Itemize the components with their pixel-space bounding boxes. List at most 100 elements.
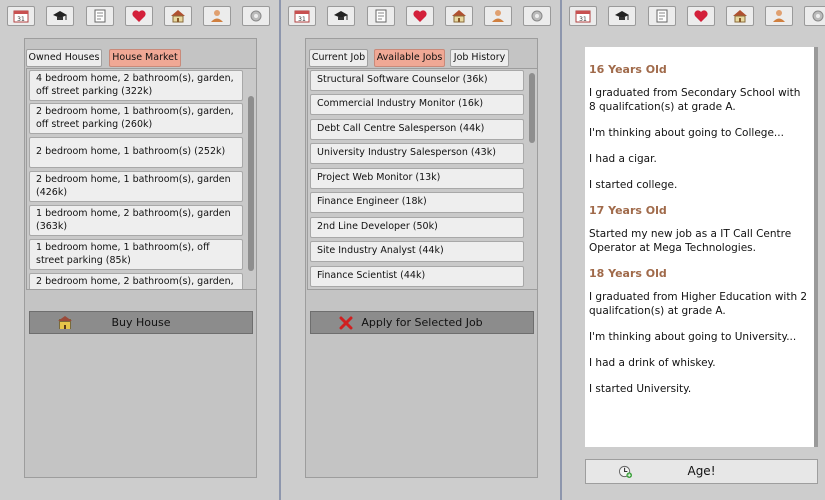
document-icon	[92, 9, 108, 23]
house-icon	[451, 9, 467, 23]
list-item[interactable]: 1 bedroom home, 1 bathroom(s), off stree…	[29, 239, 243, 270]
calendar-icon: 31	[13, 9, 29, 23]
svg-text:31: 31	[17, 16, 25, 23]
list-item[interactable]: Project Web Monitor (13k)	[310, 168, 524, 189]
house-icon	[732, 9, 748, 23]
story-entry: I'm thinking about going to University..…	[589, 331, 797, 343]
toolbar-document-button[interactable]	[86, 6, 114, 26]
toolbar-house-button[interactable]	[726, 6, 754, 26]
age-heading: 18 Years Old	[589, 267, 667, 280]
toolbar-gear-button[interactable]	[242, 6, 270, 26]
toolbar-house-button[interactable]	[445, 6, 473, 26]
calendar-icon: 31	[575, 9, 591, 23]
apply-job-button[interactable]: Apply for Selected Job	[310, 311, 534, 334]
gear-icon	[810, 9, 825, 23]
toolbar: 31	[0, 6, 279, 28]
list-item[interactable]: 2 bedroom home, 2 bathroom(s), garden, o…	[29, 273, 243, 289]
list-item[interactable]: Debt Call Centre Salesperson (44k)	[310, 119, 524, 140]
person-icon	[209, 9, 225, 23]
age-button[interactable]: Age!	[585, 459, 818, 484]
person-icon	[771, 9, 787, 23]
list-item[interactable]: 2 bedroom home, 1 bathroom(s), garden (4…	[29, 171, 243, 202]
heart-icon	[412, 9, 428, 23]
svg-text:31: 31	[579, 16, 587, 23]
tab-available-jobs[interactable]: Available Jobs	[374, 49, 445, 67]
list-item[interactable]: Commercial Industry Monitor (16k)	[310, 94, 524, 115]
toolbar-calendar-button[interactable]: 31	[288, 6, 316, 26]
list-item[interactable]: Structural Software Counselor (36k)	[310, 70, 524, 91]
gear-icon	[248, 9, 264, 23]
list-item[interactable]: Finance Scientist (44k)	[310, 266, 524, 287]
heart-icon	[693, 9, 709, 23]
toolbar-gear-button[interactable]	[523, 6, 551, 26]
house-icon	[170, 9, 186, 23]
age-button-label: Age!	[687, 464, 716, 478]
toolbar: 31	[281, 6, 560, 28]
toolbar-heart-button[interactable]	[406, 6, 434, 26]
toolbar-document-button[interactable]	[648, 6, 676, 26]
document-icon	[654, 9, 670, 23]
housing-container: Owned Houses House Market 4 bedroom home…	[24, 38, 257, 478]
toolbar-graduation-cap-button[interactable]	[327, 6, 355, 26]
story-entry: I started University.	[589, 383, 692, 395]
story-entry: I started college.	[589, 179, 678, 191]
buy-house-button[interactable]: Buy House	[29, 311, 253, 334]
life-story-panel: 31 16 Years Old I graduated from Secondar…	[562, 0, 825, 500]
toolbar-person-button[interactable]	[203, 6, 231, 26]
tab-current-job[interactable]: Current Job	[309, 49, 368, 67]
toolbar-person-button[interactable]	[484, 6, 512, 26]
story-entry: I had a drink of whiskey.	[589, 357, 716, 369]
graduation-cap-icon	[614, 9, 630, 23]
toolbar-heart-button[interactable]	[687, 6, 715, 26]
heart-icon	[131, 9, 147, 23]
house-market-list[interactable]: 4 bedroom home, 2 bathroom(s), garden, o…	[26, 68, 257, 290]
svg-text:31: 31	[298, 16, 306, 23]
list-item[interactable]: 4 bedroom home, 2 bathroom(s), garden, o…	[29, 70, 243, 101]
tab-house-market[interactable]: House Market	[109, 49, 181, 67]
list-item[interactable]: Site Industry Analyst (44k)	[310, 241, 524, 262]
toolbar: 31	[562, 6, 825, 28]
toolbar-calendar-button[interactable]: 31	[7, 6, 35, 26]
gear-icon	[529, 9, 545, 23]
toolbar-heart-button[interactable]	[125, 6, 153, 26]
list-item[interactable]: 2nd Line Developer (50k)	[310, 217, 524, 238]
tab-job-history[interactable]: Job History	[450, 49, 509, 67]
toolbar-calendar-button[interactable]: 31	[569, 6, 597, 26]
story-entry: I'm thinking about going to College...	[589, 127, 784, 139]
toolbar-house-button[interactable]	[164, 6, 192, 26]
life-story-log[interactable]: 16 Years Old I graduated from Secondary S…	[585, 47, 818, 447]
jobs-panel: 31 Current Job Available Jobs Job Histor…	[281, 0, 562, 500]
red-cross-icon	[339, 316, 353, 330]
story-entry: Started my new job as a IT Call Centre O…	[589, 228, 792, 254]
list-item[interactable]: Finance Engineer (18k)	[310, 192, 524, 213]
apply-job-label: Apply for Selected Job	[361, 316, 483, 329]
toolbar-graduation-cap-button[interactable]	[608, 6, 636, 26]
tab-owned-houses[interactable]: Owned Houses	[26, 49, 102, 67]
scrollbar-thumb[interactable]	[529, 73, 535, 143]
document-icon	[373, 9, 389, 23]
list-item[interactable]: University Industry Salesperson (43k)	[310, 143, 524, 164]
list-item[interactable]: 2 bedroom home, 1 bathroom(s) (252k)	[29, 137, 243, 168]
story-entry: I graduated from Secondary School with 8…	[589, 87, 801, 113]
toolbar-gear-button[interactable]	[804, 6, 825, 26]
house-icon	[58, 316, 72, 329]
person-icon	[490, 9, 506, 23]
graduation-cap-icon	[52, 9, 68, 23]
scrollbar-thumb[interactable]	[248, 96, 254, 271]
toolbar-person-button[interactable]	[765, 6, 793, 26]
toolbar-graduation-cap-button[interactable]	[46, 6, 74, 26]
jobs-container: Current Job Available Jobs Job History S…	[305, 38, 538, 478]
list-item[interactable]: 2 bedroom home, 1 bathroom(s), garden, o…	[29, 103, 243, 134]
list-item[interactable]: 1 bedroom home, 2 bathroom(s), garden (3…	[29, 205, 243, 236]
age-heading: 17 Years Old	[589, 204, 667, 217]
available-jobs-list[interactable]: Structural Software Counselor (36k) Comm…	[307, 68, 538, 290]
story-entry: I had a cigar.	[589, 153, 657, 165]
buy-house-label: Buy House	[111, 316, 171, 329]
calendar-icon: 31	[294, 9, 310, 23]
toolbar-document-button[interactable]	[367, 6, 395, 26]
clock-plus-icon	[619, 465, 632, 478]
age-heading: 16 Years Old	[589, 63, 667, 76]
housing-panel: 31 Owned Houses House Market 4 bedroom h…	[0, 0, 281, 500]
graduation-cap-icon	[333, 9, 349, 23]
story-entry: I graduated from Higher Education with 2…	[589, 291, 808, 317]
